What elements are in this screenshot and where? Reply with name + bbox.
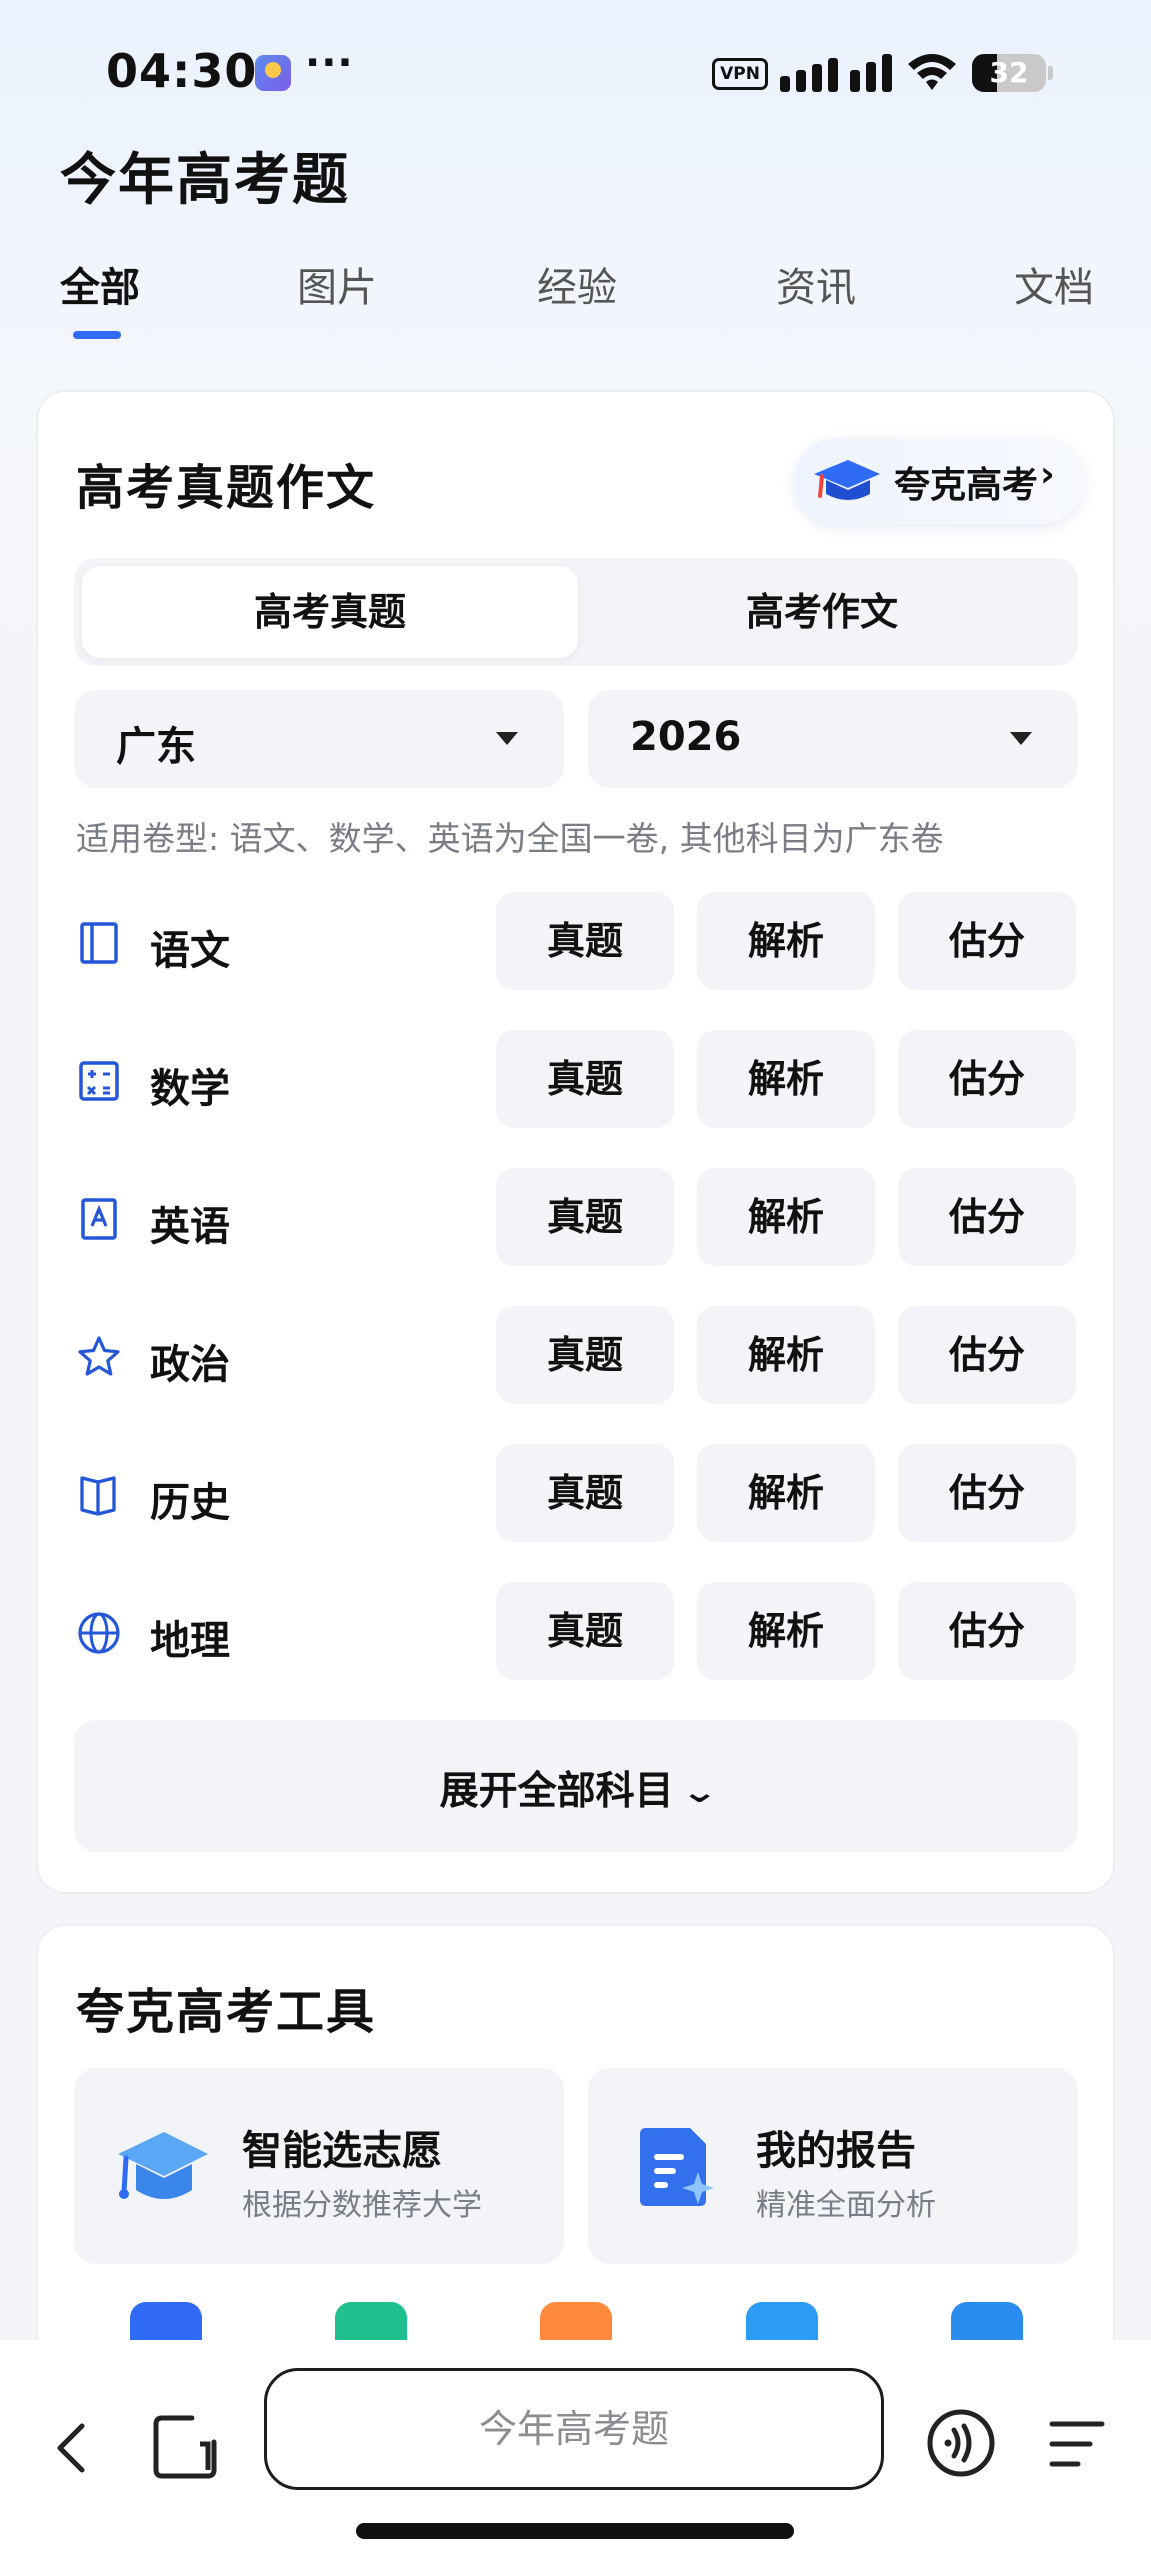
battery-tip (1048, 66, 1053, 80)
battery-level: 32 (989, 56, 1029, 89)
year-value: 2026 (630, 714, 742, 760)
analysis-button[interactable]: 解析 (697, 1168, 875, 1266)
graduation-cap-icon (118, 2132, 208, 2199)
score-estimate-button[interactable]: 估分 (898, 1444, 1076, 1542)
expand-label: 展开全部科目 ⌄ (74, 1760, 1078, 1816)
vpn-icon: VPN (712, 58, 768, 90)
year-select[interactable]: 2026 (588, 690, 1078, 788)
menu-icon[interactable] (1046, 2416, 1108, 2472)
subject-name: 语文 (150, 928, 230, 974)
search-box[interactable] (264, 2368, 884, 2490)
home-indicator (356, 2523, 794, 2539)
expand-all-subjects-button[interactable]: 展开全部科目 ⌄ (74, 1720, 1078, 1852)
signal-icon (780, 52, 892, 92)
score-estimate-button[interactable]: 估分 (898, 1582, 1076, 1680)
score-estimate-button[interactable]: 估分 (898, 1168, 1076, 1266)
report-icon (640, 2128, 714, 2206)
real-exam-button[interactable]: 真题 (496, 1030, 674, 1128)
score-estimate-button[interactable]: 估分 (898, 1306, 1076, 1404)
search-input[interactable] (267, 2371, 881, 2487)
subject-name: 历史 (150, 1480, 230, 1526)
more-notifications-icon: ··· (305, 40, 354, 86)
subject-row-politics: 政治 真题 解析 估分 (38, 1306, 1117, 1406)
chevron-down-icon: ⌄ (680, 1775, 719, 1810)
expand-label-text: 展开全部科目 (439, 1769, 674, 1814)
exam-card: 高考真题作文 夸克高考 › 高考真题 高考作文 广东 2026 适用卷型: 语文… (36, 390, 1115, 1894)
real-exam-button[interactable]: 真题 (496, 1582, 674, 1680)
real-exam-button[interactable]: 真题 (496, 1168, 674, 1266)
subject-name: 数学 (150, 1066, 230, 1112)
score-estimate-button[interactable]: 估分 (898, 892, 1076, 990)
book-icon (80, 922, 118, 964)
segment-real-exams[interactable]: 高考真题 (82, 566, 578, 658)
back-arrow-icon[interactable] (50, 2420, 94, 2476)
real-exam-button[interactable]: 真题 (496, 1444, 674, 1542)
tab-experience[interactable]: 经验 (537, 255, 617, 313)
gallery-app-icon (255, 55, 291, 91)
analysis-button[interactable]: 解析 (697, 1582, 875, 1680)
chevron-right-icon: › (1040, 454, 1055, 495)
paper-type-note: 适用卷型: 语文、数学、英语为全国一卷, 其他科目为广东卷 (76, 819, 944, 858)
letter-a-icon (81, 1198, 117, 1240)
tool-subtitle: 根据分数推荐大学 (242, 2188, 482, 2223)
tab-all[interactable]: 全部 (60, 255, 140, 313)
analysis-button[interactable]: 解析 (697, 1306, 875, 1404)
real-exam-button[interactable]: 真题 (496, 1306, 674, 1404)
tool-name: 智能选志愿 (242, 2128, 442, 2174)
smart-application-tool[interactable]: 智能选志愿 根据分数推荐大学 (74, 2068, 564, 2264)
filter-tabs: 全部 图片 经验 资讯 文档 (0, 255, 1151, 345)
page-title: 今年高考题 (60, 148, 350, 213)
status-bar: 04:30 ··· VPN 32 (0, 0, 1151, 140)
status-time: 04:30 (106, 44, 258, 98)
segment-essays[interactable]: 高考作文 (574, 566, 1070, 658)
battery-icon: 32 (972, 54, 1046, 92)
caret-down-icon (496, 732, 518, 745)
exam-card-title: 高考真题作文 (76, 460, 377, 516)
star-icon (78, 1336, 120, 1376)
calculator-icon (79, 1061, 119, 1101)
wifi-icon (908, 54, 956, 90)
subject-name: 地理 (150, 1618, 230, 1664)
tab-news[interactable]: 资讯 (776, 255, 856, 313)
exam-segment-control: 高考真题 高考作文 (74, 558, 1078, 666)
globe-icon (78, 1612, 120, 1654)
voice-icon[interactable] (926, 2408, 996, 2478)
tools-card-title: 夸克高考工具 (76, 1984, 377, 2040)
tab-images[interactable]: 图片 (297, 255, 377, 313)
graduation-cap-icon (814, 460, 880, 500)
subject-row-geography: 地理 真题 解析 估分 (38, 1582, 1117, 1682)
caret-down-icon (1010, 732, 1032, 745)
tab-documents[interactable]: 文档 (1014, 255, 1094, 313)
subject-row-history: 历史 真题 解析 估分 (38, 1444, 1117, 1544)
real-exam-button[interactable]: 真题 (496, 892, 674, 990)
analysis-button[interactable]: 解析 (697, 1444, 875, 1542)
open-book-icon (80, 1476, 116, 1516)
tool-subtitle: 精准全面分析 (756, 2188, 936, 2223)
score-estimate-button[interactable]: 估分 (898, 1030, 1076, 1128)
province-value: 广东 (116, 724, 196, 770)
analysis-button[interactable]: 解析 (697, 1030, 875, 1128)
province-select[interactable]: 广东 (74, 690, 564, 788)
subject-row-chinese: 语文 真题 解析 估分 (38, 892, 1117, 992)
bottom-toolbar (0, 2340, 1151, 2560)
tabs-icon[interactable] (152, 2414, 218, 2480)
quark-gaokao-link[interactable]: 夸克高考 › (794, 438, 1084, 524)
active-tab-indicator (73, 331, 121, 339)
analysis-button[interactable]: 解析 (697, 892, 875, 990)
subject-row-english: 英语 真题 解析 估分 (38, 1168, 1117, 1268)
tool-name: 我的报告 (756, 2128, 916, 2174)
subject-row-math: 数学 真题 解析 估分 (38, 1030, 1117, 1130)
subject-name: 英语 (150, 1204, 230, 1250)
my-report-tool[interactable]: 我的报告 精准全面分析 (588, 2068, 1078, 2264)
quark-gaokao-label: 夸克高考 (894, 465, 1039, 506)
subject-name: 政治 (150, 1342, 230, 1388)
